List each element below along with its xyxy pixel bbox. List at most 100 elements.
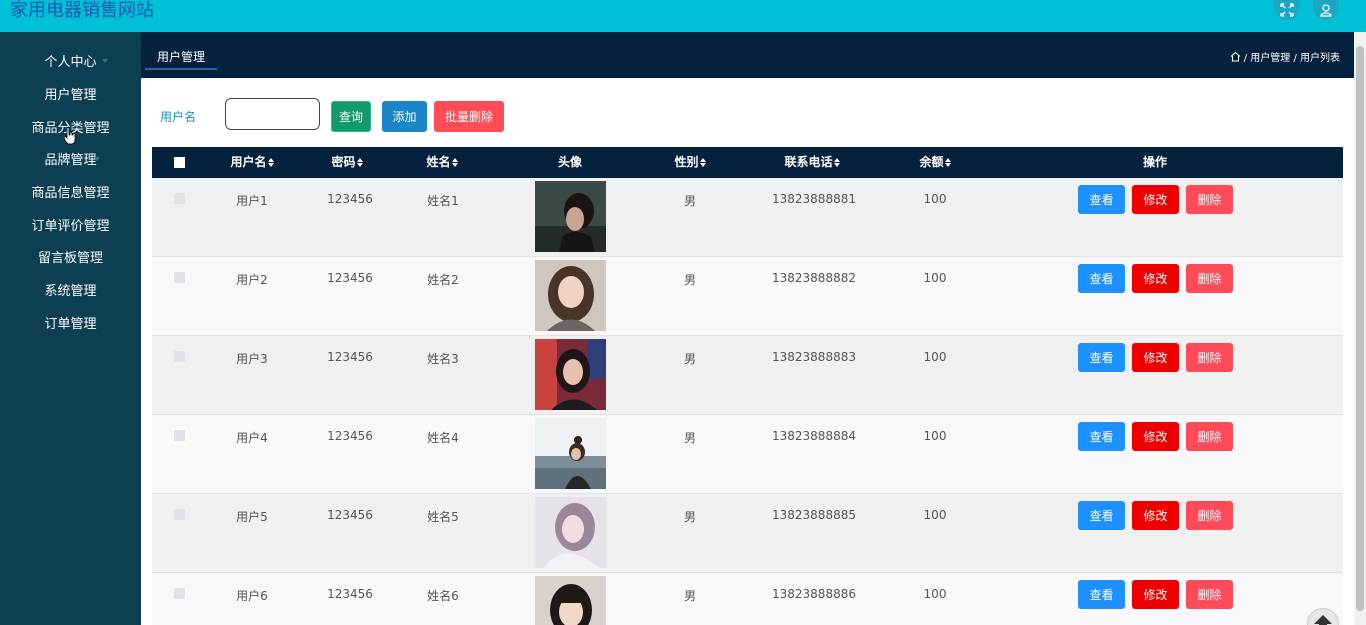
row-checkbox[interactable] (174, 272, 185, 283)
sort-icon[interactable] (267, 158, 274, 167)
edit-button[interactable]: 修改 (1132, 185, 1179, 214)
edit-button[interactable]: 修改 (1132, 264, 1179, 293)
cell-balance: 100 (923, 192, 947, 206)
table-row: 用户5 123456 姓名5 男 13823888885 100 查看 修改 删… (152, 494, 1343, 573)
sidebar-item-user-management[interactable]: 用户管理 (0, 85, 141, 107)
select-all-checkbox[interactable] (174, 157, 185, 168)
row-checkbox[interactable] (174, 588, 185, 599)
app-title: 家用电器销售网站 (10, 0, 154, 21)
home-icon[interactable] (1230, 51, 1241, 62)
sort-icon[interactable] (699, 158, 706, 167)
cell-balance: 100 (923, 429, 947, 443)
table-header: 用户名 密码 姓名 头像 性别 联系电话 余额 操作 (152, 147, 1343, 178)
column-header-balance[interactable]: 余额 (910, 147, 960, 178)
cell-gender: 男 (683, 431, 696, 445)
view-button[interactable]: 查看 (1078, 185, 1125, 214)
hand-cursor-icon (64, 127, 76, 145)
query-button[interactable]: 查询 (331, 101, 371, 132)
cell-name: 姓名5 (427, 510, 459, 524)
sidebar-item-message-board-management[interactable]: 留言板管理 (0, 248, 141, 270)
row-checkbox[interactable] (174, 509, 185, 520)
user-icon[interactable] (1313, 0, 1339, 20)
cell-username: 用户2 (236, 273, 268, 287)
cell-password: 123456 (327, 192, 373, 206)
view-button[interactable]: 查看 (1078, 422, 1125, 451)
column-header-gender[interactable]: 性别 (665, 147, 715, 178)
column-header-phone[interactable]: 联系电话 (772, 147, 852, 178)
view-button[interactable]: 查看 (1078, 343, 1125, 372)
cell-gender: 男 (683, 510, 696, 524)
column-label: 余额 (919, 155, 944, 169)
delete-button[interactable]: 删除 (1186, 422, 1233, 451)
sidebar-item-label: 品牌管理 (44, 153, 97, 168)
cell-name: 姓名4 (427, 431, 459, 445)
column-header-password[interactable]: 密码 (322, 147, 372, 178)
cell-phone: 13823888883 (772, 350, 856, 364)
cell-password: 123456 (327, 271, 373, 285)
sidebar-item-label: 系统管理 (44, 284, 97, 299)
sidebar-item-label: 用户管理 (44, 88, 97, 103)
row-checkbox[interactable] (174, 193, 185, 204)
chevron-down-icon (102, 59, 108, 63)
sidebar-item-order-management[interactable]: 订单管理 (0, 314, 141, 336)
table-row: 用户6 123456 姓名6 男 13823888886 100 查看 修改 删… (152, 573, 1343, 625)
cell-username: 用户3 (236, 352, 268, 366)
column-label: 性别 (674, 155, 699, 169)
breadcrumb-bar: 用户管理 / 用户管理 / 用户列表 (141, 32, 1354, 78)
fullscreen-icon[interactable] (1274, 0, 1300, 20)
column-header-username[interactable]: 用户名 (222, 147, 282, 178)
tab-user-management[interactable]: 用户管理 (145, 48, 217, 65)
edit-button[interactable]: 修改 (1132, 343, 1179, 372)
avatar (535, 418, 606, 489)
scrollbar[interactable] (1354, 32, 1366, 625)
avatar (535, 181, 606, 252)
column-header-name[interactable]: 姓名 (417, 147, 467, 178)
cell-name: 姓名6 (427, 589, 459, 603)
sort-icon[interactable] (833, 158, 840, 167)
sort-icon[interactable] (451, 158, 458, 167)
sidebar-item-label: 订单管理 (44, 317, 97, 332)
sidebar-item-product-info-management[interactable]: 商品信息管理 (0, 183, 141, 205)
scrollbar-thumb[interactable] (1356, 46, 1364, 611)
sidebar-item-label: 商品信息管理 (31, 186, 110, 201)
chevron-down-icon (102, 125, 108, 129)
delete-button[interactable]: 删除 (1186, 185, 1233, 214)
sort-icon[interactable] (356, 158, 363, 167)
add-button[interactable]: 添加 (382, 101, 427, 132)
cell-gender: 男 (683, 194, 696, 208)
sidebar-item-label: 留言板管理 (37, 251, 103, 266)
view-button[interactable]: 查看 (1078, 501, 1125, 530)
column-header-avatar: 头像 (557, 155, 582, 169)
sidebar: 个人中心 用户管理 商品分类管理 品牌管理 商品信息管理 订单评价管理 留言板管… (0, 32, 141, 625)
cell-password: 123456 (327, 429, 373, 443)
sidebar-item-brand-management[interactable]: 品牌管理 (0, 150, 141, 172)
view-button[interactable]: 查看 (1078, 580, 1125, 609)
active-tab-underline (145, 68, 217, 70)
delete-button[interactable]: 删除 (1186, 264, 1233, 293)
sort-icon[interactable] (944, 158, 951, 167)
main-content: 用户名 查询 添加 批量删除 用户名 密码 姓名 头像 性别 联系电话 余额 操… (141, 78, 1354, 625)
edit-button[interactable]: 修改 (1132, 501, 1179, 530)
batch-delete-button[interactable]: 批量删除 (434, 101, 504, 132)
cell-gender: 男 (683, 589, 696, 603)
view-button[interactable]: 查看 (1078, 264, 1125, 293)
column-label: 姓名 (426, 155, 451, 169)
sidebar-item-system-management[interactable]: 系统管理 (0, 281, 141, 303)
row-checkbox[interactable] (174, 430, 185, 441)
cell-name: 姓名1 (427, 194, 459, 208)
cell-password: 123456 (327, 350, 373, 364)
edit-button[interactable]: 修改 (1132, 422, 1179, 451)
row-checkbox[interactable] (174, 351, 185, 362)
column-label: 用户名 (230, 155, 267, 169)
sidebar-item-personal-center[interactable]: 个人中心 (0, 52, 141, 74)
chevron-down-icon (94, 157, 100, 161)
avatar (535, 339, 606, 410)
edit-button[interactable]: 修改 (1132, 580, 1179, 609)
delete-button[interactable]: 删除 (1186, 501, 1233, 530)
sidebar-item-order-review-management[interactable]: 订单评价管理 (0, 216, 141, 238)
table-row: 用户4 123456 姓名4 男 13823888884 100 查看 修改 删… (152, 415, 1343, 494)
delete-button[interactable]: 删除 (1186, 343, 1233, 372)
cell-phone: 13823888885 (772, 508, 856, 522)
delete-button[interactable]: 删除 (1186, 580, 1233, 609)
username-search-input[interactable] (225, 98, 320, 130)
